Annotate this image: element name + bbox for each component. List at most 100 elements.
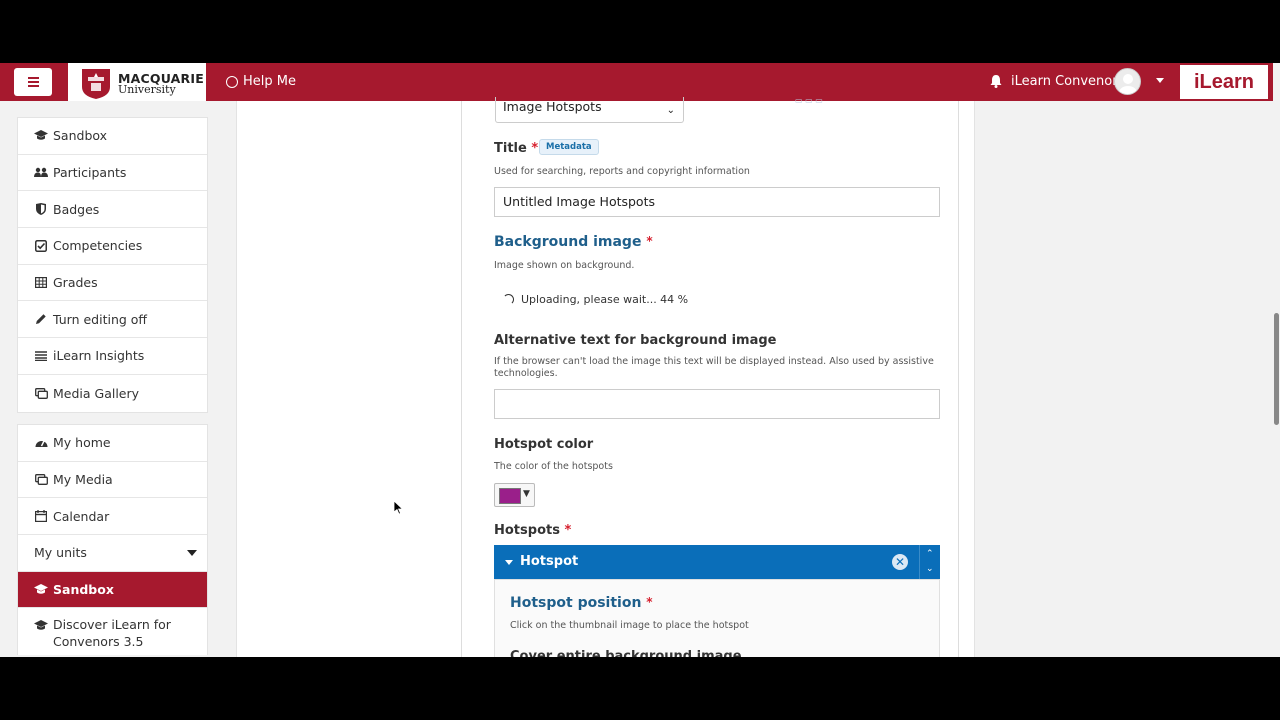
hotspots-label: Hotspots * bbox=[494, 523, 571, 538]
background-image-description: Image shown on background. bbox=[494, 260, 635, 271]
sidebar-item-sandbox-active[interactable]: Sandbox bbox=[18, 571, 207, 609]
color-swatch bbox=[499, 488, 521, 504]
metadata-button[interactable]: Metadata bbox=[539, 139, 599, 155]
hotspot-position-description: Click on the thumbnail image to place th… bbox=[510, 620, 749, 631]
hotspot-position-label: Hotspot position * bbox=[510, 595, 653, 611]
sidebar-item-label: Participants bbox=[53, 165, 127, 181]
remove-hotspot-close-icon[interactable]: ✕ bbox=[892, 554, 908, 570]
mouse-cursor-icon bbox=[394, 501, 404, 515]
required-asterisk: * bbox=[646, 234, 653, 248]
hotspot-color-label: Hotspot color bbox=[494, 437, 594, 452]
upload-progress: Uploading, please wait... 44 % bbox=[503, 293, 688, 306]
required-asterisk: * bbox=[646, 595, 653, 609]
macquarie-logo[interactable]: MACQUARIE University bbox=[68, 63, 206, 101]
sidebar-item-label: Discover iLearn for Convenors 3.5 bbox=[53, 617, 171, 650]
sidebar-item-my-home[interactable]: My home bbox=[18, 425, 207, 462]
lifebuoy-icon bbox=[226, 75, 238, 88]
sidebar-item-label: Sandbox bbox=[53, 128, 108, 144]
media-icon bbox=[34, 474, 48, 486]
notification-bell-icon[interactable] bbox=[990, 75, 1002, 88]
sidebar-item-label: Grades bbox=[53, 275, 98, 291]
reorder-controls: ⌃ ⌄ bbox=[919, 545, 941, 579]
sidebar-item-label: Media Gallery bbox=[53, 385, 140, 401]
user-menu-caret-icon[interactable] bbox=[1156, 78, 1164, 83]
table-icon bbox=[34, 277, 48, 289]
sidebar-item-discover-ilearn[interactable]: Discover iLearn for Convenors 3.5 bbox=[18, 608, 207, 655]
content-type-select[interactable]: Image Hotspots ⌄ bbox=[495, 97, 684, 123]
ilearn-logo[interactable]: iLearn bbox=[1180, 65, 1268, 99]
sidebar-item-ilearn-insights[interactable]: iLearn Insights bbox=[18, 338, 207, 375]
sidebar-item-participants[interactable]: Participants bbox=[18, 155, 207, 192]
scrollbar-thumb[interactable] bbox=[1274, 313, 1279, 425]
hotspot-item-title: Hotspot bbox=[520, 554, 579, 569]
chevron-down-icon: ⌄ bbox=[666, 105, 675, 116]
check-square-icon bbox=[34, 239, 48, 252]
graduation-cap-icon bbox=[34, 130, 48, 142]
collapse-triangle-icon[interactable] bbox=[505, 560, 513, 565]
list-icon bbox=[34, 350, 48, 362]
graduation-cap-icon bbox=[34, 584, 48, 596]
screen: MACQUARIE University Help Me iLearn Conv… bbox=[0, 63, 1280, 657]
sidebar-item-turn-editing-off[interactable]: Turn editing off bbox=[18, 301, 207, 339]
media-icon bbox=[34, 387, 48, 399]
required-asterisk: * bbox=[531, 141, 539, 156]
sidebar-item-my-units[interactable]: My units bbox=[18, 535, 207, 572]
user-avatar[interactable] bbox=[1114, 68, 1141, 95]
hotspot-color-description: The color of the hotspots bbox=[494, 461, 613, 472]
sidebar-item-label: Badges bbox=[53, 201, 100, 217]
sidebar-item-label: My units bbox=[34, 545, 87, 561]
sidebar-item-badges[interactable]: Badges bbox=[18, 191, 207, 229]
dropdown-triangle-icon: ▼ bbox=[523, 489, 530, 499]
sidebar-item-sandbox[interactable]: Sandbox bbox=[18, 118, 207, 155]
title-description: Used for searching, reports and copyrigh… bbox=[494, 166, 750, 177]
chevron-down-icon bbox=[187, 549, 197, 556]
sidebar-item-label: Calendar bbox=[53, 508, 110, 524]
hotspot-position-label-text: Hotspot position bbox=[510, 595, 642, 611]
user-name[interactable]: iLearn Convenor bbox=[1011, 74, 1118, 89]
sidebar-item-label: Turn editing off bbox=[53, 311, 148, 327]
upload-status-text: Uploading, please wait... 44 % bbox=[521, 293, 689, 306]
hotspot-item-body bbox=[494, 579, 940, 657]
sidebar-item-competencies[interactable]: Competencies bbox=[18, 228, 207, 265]
top-navbar: MACQUARIE University Help Me iLearn Conv… bbox=[0, 63, 1280, 101]
alt-text-label: Alternative text for background image bbox=[494, 333, 777, 348]
help-me-link[interactable]: Help Me bbox=[226, 74, 296, 89]
sidebar-item-label: My home bbox=[53, 435, 111, 451]
title-label: Title * bbox=[494, 141, 538, 156]
content-type-value: Image Hotspots bbox=[503, 99, 602, 114]
dashboard-icon bbox=[34, 437, 48, 449]
move-up-icon[interactable]: ⌃ bbox=[926, 550, 934, 559]
move-down-icon[interactable]: ⌄ bbox=[926, 565, 934, 574]
background-image-label: Background image * bbox=[494, 234, 653, 250]
users-icon bbox=[34, 167, 48, 179]
title-input[interactable]: Untitled Image Hotspots bbox=[494, 187, 940, 217]
alt-text-input[interactable] bbox=[494, 389, 940, 419]
faint-toolbar-remnant: ▭ ▭ ▭ bbox=[795, 96, 823, 105]
sidebar-item-calendar[interactable]: Calendar bbox=[18, 498, 207, 536]
graduation-cap-icon bbox=[34, 619, 48, 631]
background-image-label-text: Background image bbox=[494, 234, 642, 250]
sidebar-item-grades[interactable]: Grades bbox=[18, 265, 207, 302]
title-label-text: Title bbox=[494, 141, 527, 156]
logo-text-line2: University bbox=[118, 83, 176, 96]
sidebar-item-label: Competencies bbox=[53, 238, 143, 254]
hotspots-label-text: Hotspots bbox=[494, 523, 560, 538]
calendar-icon bbox=[34, 510, 48, 523]
hotspot-item-header[interactable]: Hotspot ✕ ⌃ ⌄ bbox=[494, 545, 940, 579]
help-me-label: Help Me bbox=[243, 74, 296, 89]
shield-icon bbox=[34, 203, 48, 216]
sidebar-item-label: Sandbox bbox=[53, 582, 114, 598]
sidebar-item-my-media[interactable]: My Media bbox=[18, 462, 207, 499]
pencil-icon bbox=[34, 313, 48, 325]
sidebar-item-media-gallery[interactable]: Media Gallery bbox=[18, 375, 207, 412]
required-asterisk: * bbox=[564, 523, 572, 538]
alt-text-description: If the browser can't load the image this… bbox=[494, 356, 934, 379]
hotspot-color-picker[interactable]: ▼ bbox=[494, 483, 535, 507]
course-nav-card: Sandbox Participants Badges Competencies… bbox=[17, 117, 208, 413]
site-nav-card: My home My Media Calendar My units Sandb… bbox=[17, 424, 208, 656]
cover-background-checkbox-label[interactable]: Cover entire background image bbox=[510, 649, 742, 657]
sidebar-item-label: iLearn Insights bbox=[53, 348, 145, 364]
hamburger-menu-button[interactable] bbox=[14, 68, 52, 96]
sidebar-item-label: My Media bbox=[53, 472, 113, 488]
loading-spinner-icon bbox=[503, 294, 514, 305]
